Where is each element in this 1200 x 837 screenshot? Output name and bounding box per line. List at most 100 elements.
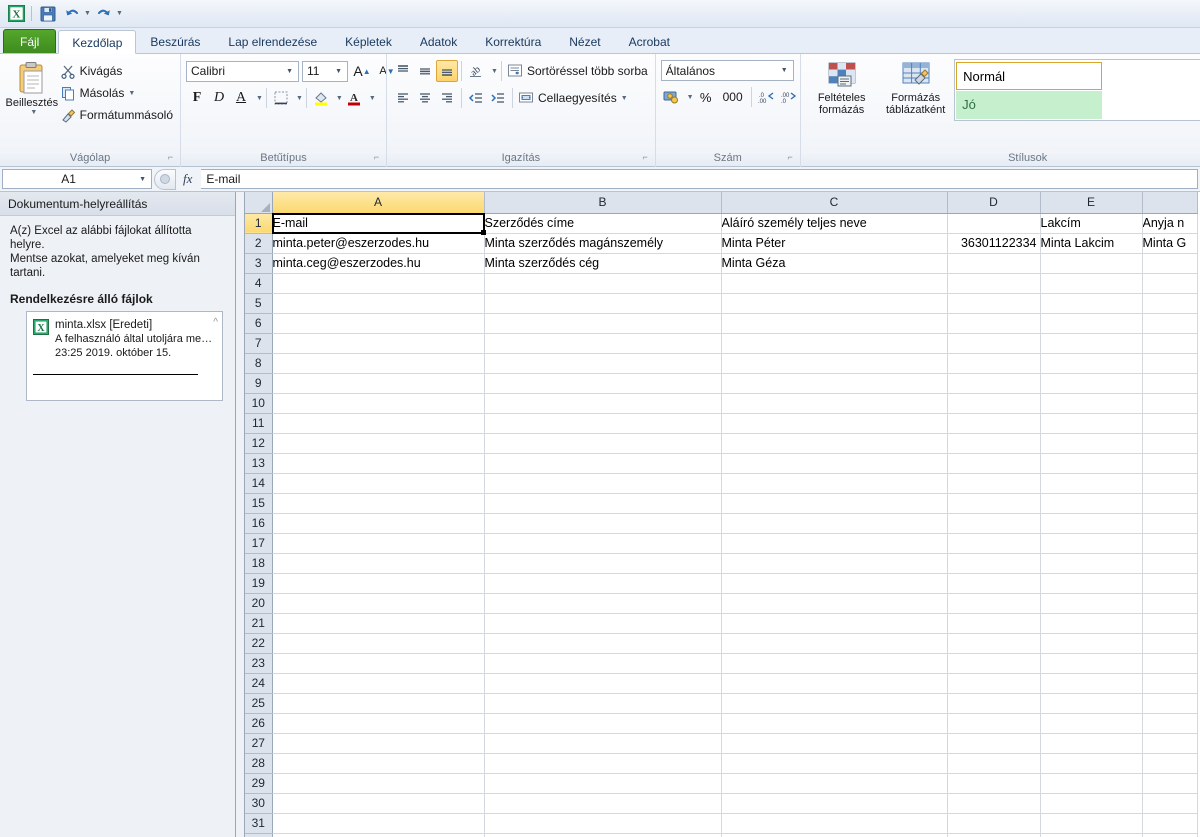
- format-as-table-button[interactable]: Formázás táblázatként: [878, 59, 954, 116]
- row-header[interactable]: 10: [245, 393, 272, 413]
- row-header[interactable]: 16: [245, 513, 272, 533]
- column-header-c[interactable]: C: [721, 192, 947, 213]
- cell-C11[interactable]: [721, 413, 947, 433]
- row-header[interactable]: 13: [245, 453, 272, 473]
- formula-input[interactable]: E-mail: [201, 169, 1198, 189]
- save-icon[interactable]: [36, 4, 60, 24]
- cell-D16[interactable]: [947, 513, 1040, 533]
- comma-style-button[interactable]: 000: [718, 86, 748, 108]
- cell-D12[interactable]: [947, 433, 1040, 453]
- copy-dropdown-arrow[interactable]: ▼: [128, 90, 135, 97]
- cell-B12[interactable]: [484, 433, 721, 453]
- paste-button[interactable]: Beillesztés ▼: [5, 58, 59, 116]
- conditional-formatting-button[interactable]: Feltételes formázás: [806, 59, 878, 116]
- cell-F31[interactable]: [1142, 813, 1197, 833]
- cell-C8[interactable]: [721, 353, 947, 373]
- cell-F32[interactable]: [1142, 833, 1197, 837]
- cell-E32[interactable]: [1040, 833, 1142, 837]
- align-right-icon[interactable]: [436, 87, 458, 109]
- cell-C5[interactable]: [721, 293, 947, 313]
- row-header[interactable]: 30: [245, 793, 272, 813]
- cell-C2[interactable]: Minta Péter: [721, 233, 947, 253]
- cell-D3[interactable]: [947, 253, 1040, 273]
- cell-C16[interactable]: [721, 513, 947, 533]
- cell-F11[interactable]: [1142, 413, 1197, 433]
- cell-F18[interactable]: [1142, 553, 1197, 573]
- cell-D30[interactable]: [947, 793, 1040, 813]
- cell-E23[interactable]: [1040, 653, 1142, 673]
- tab-formulas[interactable]: Képletek: [331, 29, 406, 53]
- align-center-icon[interactable]: [414, 87, 436, 109]
- cell-D19[interactable]: [947, 573, 1040, 593]
- borders-icon[interactable]: [270, 87, 292, 109]
- cell-B26[interactable]: [484, 713, 721, 733]
- cell-A16[interactable]: [272, 513, 484, 533]
- copy-button[interactable]: Másolás ▼: [59, 82, 175, 104]
- row-header[interactable]: 22: [245, 633, 272, 653]
- cell-A9[interactable]: [272, 373, 484, 393]
- percent-style-button[interactable]: %: [694, 86, 718, 108]
- select-all-corner[interactable]: [245, 192, 272, 213]
- cell-E25[interactable]: [1040, 693, 1142, 713]
- row-header[interactable]: 1: [245, 213, 272, 233]
- cell-B31[interactable]: [484, 813, 721, 833]
- row-header[interactable]: 32: [245, 833, 272, 837]
- style-normal[interactable]: Normál: [956, 62, 1102, 90]
- cell-D22[interactable]: [947, 633, 1040, 653]
- cell-E26[interactable]: [1040, 713, 1142, 733]
- cell-D15[interactable]: [947, 493, 1040, 513]
- insert-function-icon[interactable]: fx: [176, 171, 199, 187]
- cell-B24[interactable]: [484, 673, 721, 693]
- column-header-f[interactable]: [1142, 192, 1197, 213]
- cell-D10[interactable]: [947, 393, 1040, 413]
- chevron-up-icon[interactable]: ^: [213, 317, 218, 328]
- excel-icon[interactable]: X: [5, 4, 27, 24]
- row-header[interactable]: 21: [245, 613, 272, 633]
- row-header[interactable]: 8: [245, 353, 272, 373]
- row-header[interactable]: 15: [245, 493, 272, 513]
- cell-D29[interactable]: [947, 773, 1040, 793]
- tab-data[interactable]: Adatok: [406, 29, 471, 53]
- cell-C25[interactable]: [721, 693, 947, 713]
- cell-D13[interactable]: [947, 453, 1040, 473]
- cell-B1[interactable]: Szerződés címe: [484, 213, 721, 233]
- merge-cells-dropdown-arrow[interactable]: ▼: [621, 95, 628, 102]
- font-size-arrow[interactable]: ▼: [332, 68, 345, 75]
- cell-D6[interactable]: [947, 313, 1040, 333]
- orientation-icon[interactable]: ab: [465, 60, 487, 82]
- paste-dropdown-arrow[interactable]: ▼: [30, 109, 37, 116]
- cell-E15[interactable]: [1040, 493, 1142, 513]
- cell-D9[interactable]: [947, 373, 1040, 393]
- cell-E6[interactable]: [1040, 313, 1142, 333]
- italic-button[interactable]: D: [208, 87, 230, 109]
- recovered-file-item[interactable]: X minta.xlsx [Eredeti] A felhasználó ált…: [33, 318, 216, 360]
- cell-D26[interactable]: [947, 713, 1040, 733]
- cell-C1[interactable]: Aláíró személy teljes neve: [721, 213, 947, 233]
- number-format-arrow[interactable]: ▼: [778, 67, 791, 74]
- cell-D23[interactable]: [947, 653, 1040, 673]
- cell-D27[interactable]: [947, 733, 1040, 753]
- cell-F7[interactable]: [1142, 333, 1197, 353]
- currency-dropdown-arrow[interactable]: ▼: [687, 94, 694, 101]
- cell-F3[interactable]: [1142, 253, 1197, 273]
- column-header-a[interactable]: A: [272, 192, 484, 213]
- cell-F9[interactable]: [1142, 373, 1197, 393]
- cell-D4[interactable]: [947, 273, 1040, 293]
- cell-C17[interactable]: [721, 533, 947, 553]
- cell-B14[interactable]: [484, 473, 721, 493]
- cell-F26[interactable]: [1142, 713, 1197, 733]
- cell-C18[interactable]: [721, 553, 947, 573]
- row-header[interactable]: 14: [245, 473, 272, 493]
- cell-B2[interactable]: Minta szerződés magánszemély: [484, 233, 721, 253]
- cell-D21[interactable]: [947, 613, 1040, 633]
- row-header[interactable]: 25: [245, 693, 272, 713]
- cell-A18[interactable]: [272, 553, 484, 573]
- cell-F15[interactable]: [1142, 493, 1197, 513]
- cell-E10[interactable]: [1040, 393, 1142, 413]
- cell-A27[interactable]: [272, 733, 484, 753]
- cell-A6[interactable]: [272, 313, 484, 333]
- cell-D7[interactable]: [947, 333, 1040, 353]
- cell-F12[interactable]: [1142, 433, 1197, 453]
- cell-A14[interactable]: [272, 473, 484, 493]
- row-header[interactable]: 6: [245, 313, 272, 333]
